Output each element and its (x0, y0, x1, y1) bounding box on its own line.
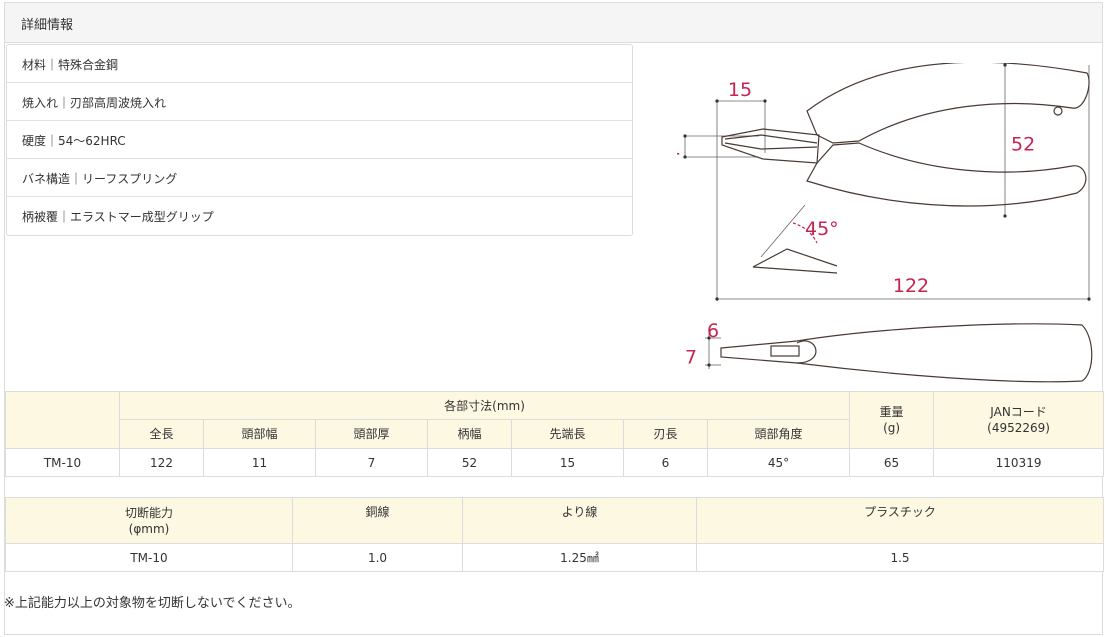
dimensions-group-header: 各部寸法(mm) (118, 391, 851, 420)
cutting-capacity-table: 切断能力 (φmm) 銅線 より線 プラスチック TM-10 1.0 1.25㎟… (5, 497, 1104, 572)
value-tip-length: 15 (511, 448, 624, 477)
col-grip-width: 柄幅 (427, 419, 512, 449)
dim-head-angle: 45° (805, 218, 839, 240)
dim-head-thickness: 7 (685, 347, 697, 369)
value-total-length: 122 (119, 448, 204, 477)
col-head-thickness: 頭部厚 (315, 419, 428, 449)
value-grip-width: 52 (427, 448, 512, 477)
table-row: TM-10 122 11 7 52 15 6 45° 65 110319 (5, 448, 1105, 477)
copper-wire-value: 1.0 (292, 543, 463, 572)
table-row: TM-10 1.0 1.25㎟ 1.5 (5, 543, 1104, 572)
pliers-dimension-diagram: 15 11 52 45° 122 6 7 (677, 63, 1093, 383)
dim-blade-length: 6 (707, 320, 719, 342)
cutting-model-cell: TM-10 (5, 543, 293, 572)
col-total-length: 全長 (119, 419, 204, 449)
jan-code-header: JANコード (4952269) (933, 391, 1105, 449)
value-head-width: 11 (203, 448, 316, 477)
spec-material: 材料｜特殊合金鋼 (7, 45, 632, 83)
dim-grip-width: 52 (1011, 134, 1035, 156)
dim-head-width: 11 (677, 138, 681, 160)
cutting-capacity-header: 切断能力 (φmm) (5, 497, 293, 544)
col-head-width: 頭部幅 (203, 419, 316, 449)
model-cell: TM-10 (5, 448, 120, 477)
pliers-side-view (720, 323, 1093, 383)
value-blade-length: 6 (623, 448, 708, 477)
stranded-wire-value: 1.25㎟ (462, 543, 697, 572)
dim-head-tip-length: 15 (728, 79, 752, 101)
plastic-header: プラスチック (696, 497, 1104, 544)
col-head-angle: 頭部角度 (706, 419, 851, 449)
cutting-warning-note: ※上記能力以上の対象物を切断しないでください。 (4, 596, 301, 611)
model-header-cell (5, 391, 120, 449)
spec-hardness: 硬度｜54〜62HRC (7, 121, 632, 159)
spec-hardening: 焼入れ｜刃部高周波焼入れ (7, 83, 632, 121)
value-head-angle: 45° (706, 448, 851, 477)
value-weight: 65 (849, 448, 935, 477)
value-jan-code: 110319 (933, 448, 1105, 477)
stranded-wire-header: より線 (462, 497, 697, 544)
dim-total-length: 122 (893, 275, 929, 297)
spec-grip: 柄被覆｜エラストマー成型グリップ (22, 210, 214, 224)
dimensions-table: 各部寸法(mm) 重量 (g) JANコード (4952269) 全長 頭部幅 … (5, 391, 1105, 477)
value-head-thickness: 7 (315, 448, 428, 477)
spec-spring: バネ構造｜リーフスプリング (7, 159, 632, 197)
col-blade-length: 刃長 (623, 419, 708, 449)
plastic-value: 1.5 (696, 543, 1104, 572)
copper-wire-header: 銅線 (292, 497, 463, 544)
col-tip-length: 先端長 (511, 419, 624, 449)
dimension-dots (683, 63, 1091, 367)
panel-title: 詳細情報 (5, 3, 1102, 43)
weight-header: 重量 (g) (849, 391, 935, 449)
spec-list: 材料｜特殊合金鋼 焼入れ｜刃部高周波焼入れ 硬度｜54〜62HRC バネ構造｜リ… (6, 44, 633, 236)
